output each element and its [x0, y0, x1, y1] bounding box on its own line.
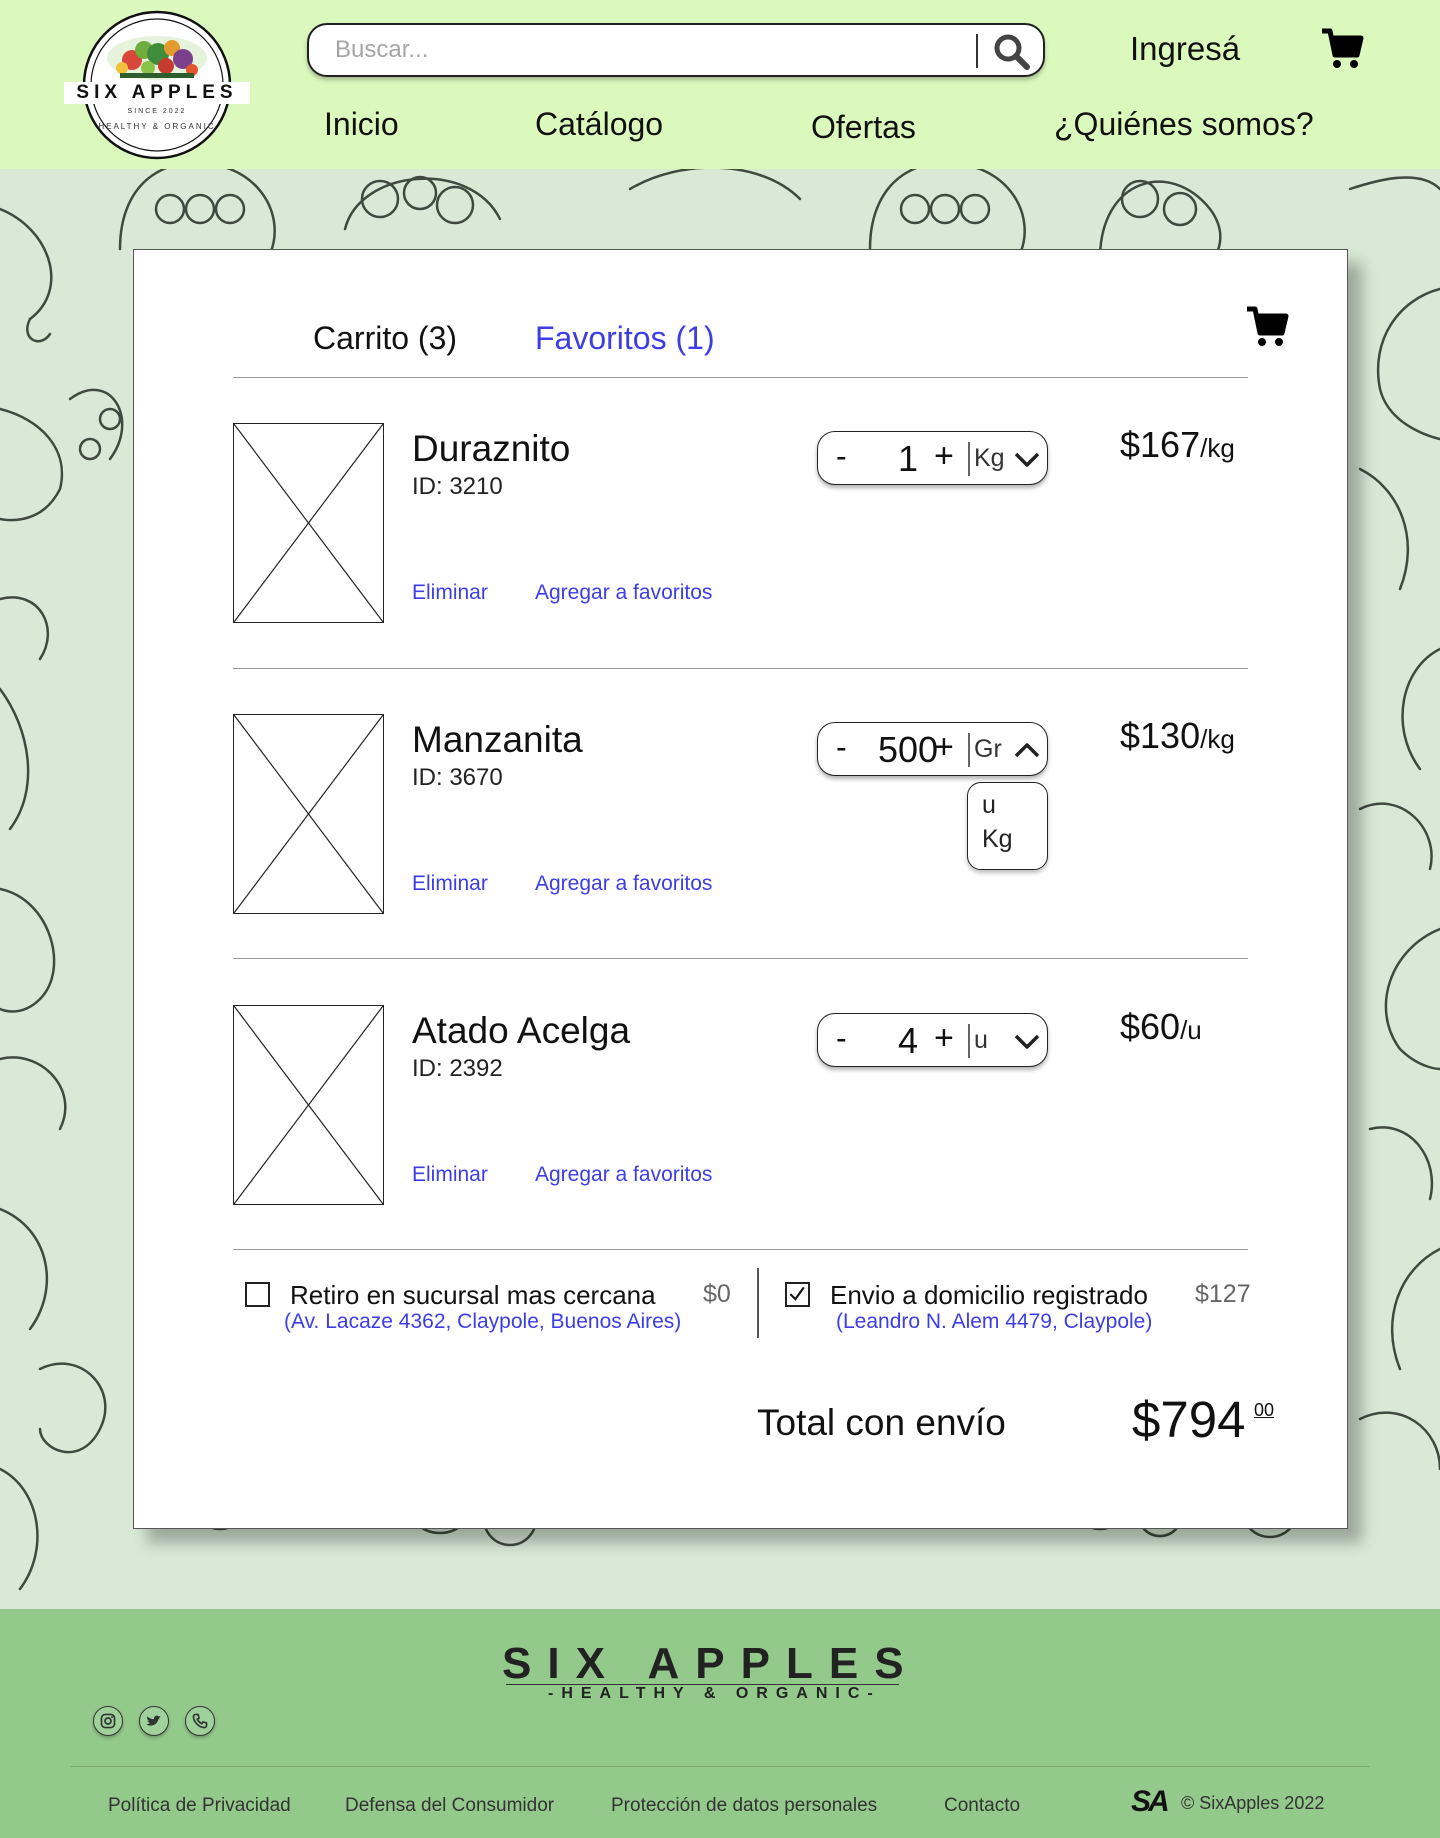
product-id: ID: 2392 — [412, 1055, 503, 1082]
nav-quienes-somos[interactable]: ¿Quiénes somos? — [1054, 106, 1314, 143]
remove-link[interactable]: Eliminar — [412, 872, 488, 896]
login-link[interactable]: Ingresá — [1130, 30, 1240, 68]
nav-inicio[interactable]: Inicio — [324, 106, 399, 143]
search-input[interactable] — [335, 35, 955, 65]
pickup-cost: $0 — [703, 1280, 731, 1308]
stepper-divider — [968, 733, 970, 767]
footer-tagline: -HEALTHY & ORGANIC- — [548, 1685, 881, 1702]
product-image-placeholder — [233, 1005, 384, 1205]
product-id: ID: 3670 — [412, 764, 503, 791]
product-image-placeholder — [233, 423, 384, 623]
site-header: SIX APPLES SINCE 2022 HEALTHY & ORGANIC … — [0, 0, 1440, 169]
twitter-icon[interactable] — [139, 1706, 169, 1736]
price-amount: $130 — [1120, 715, 1201, 756]
decrement-button[interactable]: - — [836, 438, 847, 475]
product-price: $60/u — [1120, 1006, 1202, 1048]
quantity-stepper: - 500 + Gr — [817, 722, 1048, 776]
footer-link-consumer[interactable]: Defensa del Consumidor — [345, 1795, 554, 1817]
remove-link[interactable]: Eliminar — [412, 1163, 488, 1187]
product-name[interactable]: Manzanita — [412, 719, 583, 761]
cart-icon[interactable] — [1320, 26, 1364, 70]
add-to-favorites-link[interactable]: Agregar a favoritos — [535, 581, 712, 605]
search-divider — [976, 34, 978, 68]
search-bar — [307, 23, 1045, 77]
product-image-placeholder — [233, 714, 384, 914]
item-divider — [233, 668, 1248, 669]
cart-icon — [1247, 306, 1289, 346]
tab-cart[interactable]: Carrito (3) — [313, 320, 457, 357]
tab-favorites[interactable]: Favoritos (1) — [535, 320, 715, 357]
increment-button[interactable]: + — [934, 1019, 954, 1058]
product-id: ID: 3210 — [412, 473, 503, 500]
chevron-up-icon[interactable] — [1013, 737, 1041, 763]
footer-link-privacy[interactable]: Política de Privacidad — [108, 1795, 291, 1817]
add-to-favorites-link[interactable]: Agregar a favoritos — [535, 872, 712, 896]
remove-link[interactable]: Eliminar — [412, 581, 488, 605]
delivery-address: (Leandro N. Alem 4479, Claypole) — [836, 1310, 1153, 1333]
product-price: $167/kg — [1120, 424, 1235, 466]
unit-dropdown-menu: u Kg — [967, 782, 1048, 870]
product-name[interactable]: Duraznito — [412, 428, 570, 470]
nav-ofertas[interactable]: Ofertas — [811, 109, 916, 146]
pickup-checkbox[interactable] — [245, 1282, 270, 1307]
quantity-stepper: - 1 + Kg — [817, 431, 1048, 485]
product-name[interactable]: Atado Acelga — [412, 1010, 630, 1052]
chevron-down-icon[interactable] — [1013, 1028, 1041, 1054]
stepper-divider — [968, 1024, 970, 1058]
item-divider — [233, 1249, 1248, 1250]
tab-divider — [233, 377, 1248, 378]
price-amount: $167 — [1120, 424, 1201, 465]
increment-button[interactable]: + — [934, 728, 954, 767]
search-icon[interactable] — [992, 32, 1032, 72]
delivery-label[interactable]: Envio a domicilio registrado — [830, 1280, 1148, 1311]
pickup-address: (Av. Lacaze 4362, Claypole, Buenos Aires… — [284, 1310, 682, 1333]
total-cents: 00 — [1254, 1400, 1275, 1420]
chevron-down-icon[interactable] — [1013, 446, 1041, 472]
unit-select-value[interactable]: Kg — [974, 444, 1005, 473]
footer-mark: SA — [1131, 1785, 1170, 1818]
unit-option[interactable]: Kg — [982, 825, 1013, 854]
footer-link-data-protection[interactable]: Protección de datos personales — [611, 1795, 877, 1817]
footer-brand: SIX APPLES — [502, 1639, 920, 1688]
quantity-stepper: - 4 + u — [817, 1013, 1048, 1067]
footer-copyright: © SixApples 2022 — [1181, 1793, 1325, 1813]
shipping-divider — [757, 1268, 759, 1338]
logo-tagline: HEALTHY & ORGANIC — [98, 122, 216, 131]
decrement-button[interactable]: - — [836, 729, 847, 766]
footer-divider — [70, 1766, 1370, 1767]
add-to-favorites-link[interactable]: Agregar a favoritos — [535, 1163, 712, 1187]
item-divider — [233, 958, 1248, 959]
unit-select-value[interactable]: Gr — [974, 735, 1002, 764]
checkmark-icon — [789, 1286, 805, 1301]
decrement-button[interactable]: - — [836, 1020, 847, 1057]
pickup-label[interactable]: Retiro en sucursal mas cercana — [290, 1280, 656, 1311]
price-unit: /kg — [1200, 724, 1235, 754]
phone-icon[interactable] — [185, 1706, 215, 1736]
stepper-divider — [968, 442, 970, 476]
nav-catalogo[interactable]: Catálogo — [535, 106, 663, 143]
logo-name: SIX APPLES — [64, 82, 250, 104]
increment-button[interactable]: + — [934, 437, 954, 476]
site-logo[interactable]: SIX APPLES SINCE 2022 HEALTHY & ORGANIC — [62, 10, 252, 160]
site-footer: SIX APPLES -HEALTHY & ORGANIC- Política … — [0, 1609, 1440, 1838]
price-unit: /kg — [1200, 433, 1235, 463]
instagram-icon[interactable] — [93, 1706, 123, 1736]
total-label: Total con envío — [757, 1402, 1006, 1443]
total-value: $794 — [1132, 1391, 1246, 1448]
footer-link-contact[interactable]: Contacto — [944, 1795, 1020, 1817]
delivery-cost: $127 — [1195, 1280, 1251, 1308]
unit-select-value[interactable]: u — [974, 1026, 988, 1055]
product-price: $130/kg — [1120, 715, 1235, 757]
unit-option[interactable]: u — [982, 791, 996, 820]
price-unit: /u — [1180, 1015, 1202, 1045]
delivery-checkbox[interactable] — [785, 1282, 810, 1307]
price-amount: $60 — [1120, 1006, 1181, 1047]
logo-since: SINCE 2022 — [127, 108, 187, 115]
